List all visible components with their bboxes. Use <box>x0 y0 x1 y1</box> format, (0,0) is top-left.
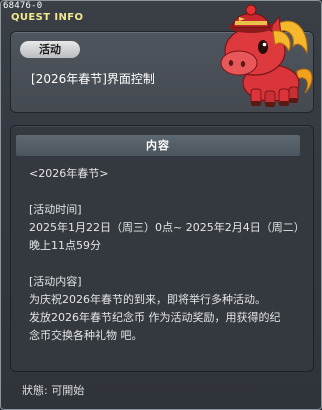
description-line: 晚上11点59分 <box>29 239 101 252</box>
description-line: 发放2026年春节纪念币 作为活动奖励，用获得的纪 <box>29 311 281 324</box>
window-id: 68476-0 <box>3 1 43 11</box>
description-line: <2026年春节> <box>29 167 109 180</box>
quest-status: 狀態: 可開始 <box>22 384 85 397</box>
red-horse-mascot-icon <box>220 4 313 107</box>
content-header: 内容 <box>16 135 300 156</box>
quest-description: <2026年春节> [活动时间] 2025年1月22日（周三）0点~ 2025年… <box>29 165 305 345</box>
description-line: [活动时间] <box>29 203 82 216</box>
quest-info-window: 68476-0 QUEST INFO 活动 [2026年春节]界面控制 内容 <… <box>0 0 322 410</box>
description-line: 为庆祝2026年春节的到来，即将举行多种活动。 <box>29 293 266 306</box>
description-line: [活动内容] <box>29 275 82 288</box>
category-badge: 活动 <box>20 41 80 58</box>
window-title: QUEST INFO <box>11 12 84 23</box>
description-line <box>29 183 305 201</box>
quest-name: [2026年春节]界面控制 <box>31 72 155 86</box>
description-line <box>29 255 305 273</box>
description-line: 念币交换各种礼物 吧。 <box>29 329 143 342</box>
description-line: 2025年1月22日（周三）0点~ 2025年2月4日（周二） <box>29 221 305 234</box>
